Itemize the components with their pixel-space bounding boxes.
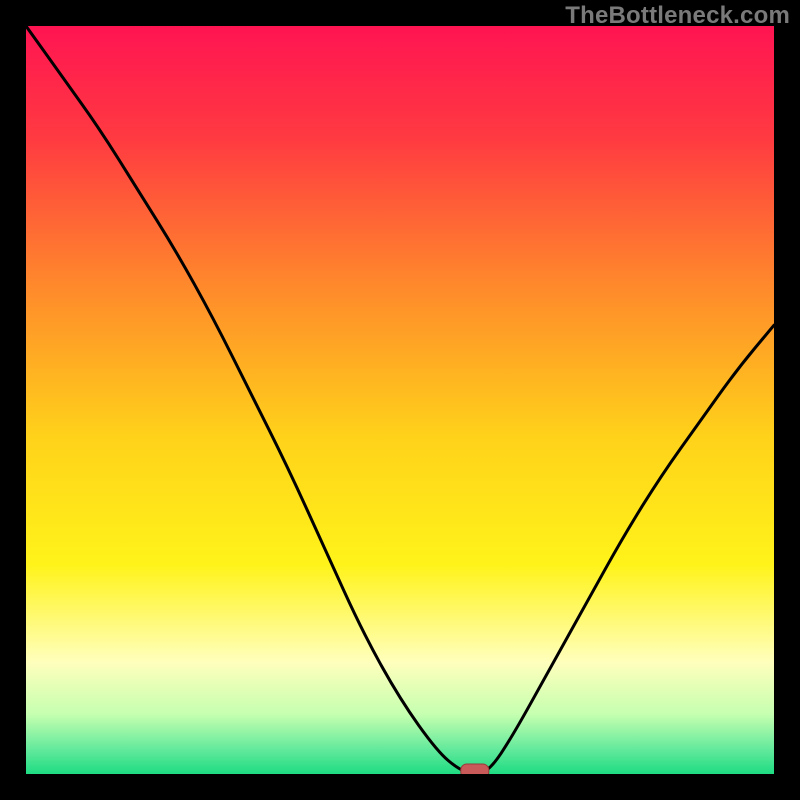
plot-area [26,26,774,774]
watermark-text: TheBottleneck.com [565,2,790,30]
chart-container: TheBottleneck.com [0,0,800,800]
bottleneck-chart [26,26,774,774]
gradient-background [26,26,774,774]
optimal-marker [461,764,489,774]
